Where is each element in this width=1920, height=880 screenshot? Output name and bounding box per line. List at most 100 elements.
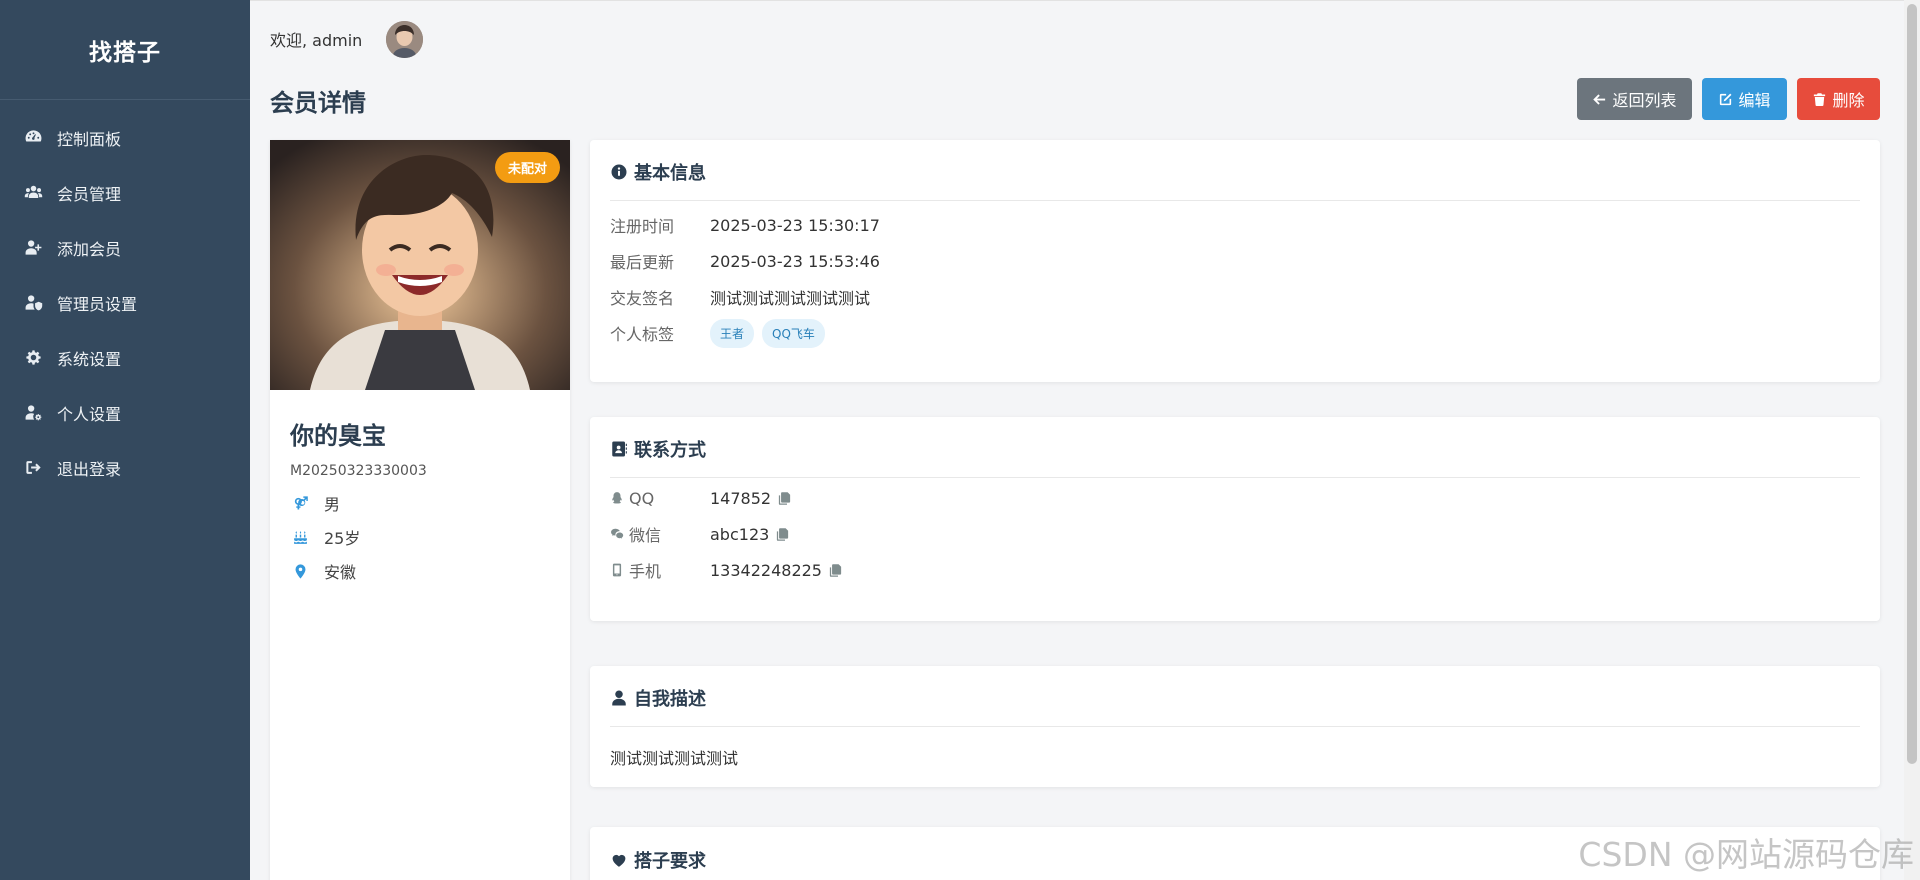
info-row: 注册时间 2025-03-23 15:30:17 <box>610 207 1860 243</box>
signature-value: 测试测试测试测试测试 <box>710 289 871 308</box>
wechat-value-wrap: abc123 <box>710 525 790 544</box>
copy-icon[interactable] <box>777 491 792 506</box>
location-pin-icon <box>290 561 310 581</box>
sign-out-icon <box>22 457 44 479</box>
basic-info-title: 基本信息 <box>610 140 1860 201</box>
topbar: 欢迎, admin <box>270 19 424 59</box>
brand-logo[interactable]: 找搭子 <box>0 0 250 100</box>
heart-icon <box>612 854 626 867</box>
avatar[interactable] <box>386 20 424 58</box>
profile-photo: 未配对 <box>270 140 570 390</box>
edit-label: 编辑 <box>1738 93 1771 110</box>
sidebar-item-dashboard[interactable]: 控制面板 <box>0 110 250 165</box>
mobile-phone-icon <box>612 563 622 577</box>
dashboard-icon <box>22 127 44 149</box>
phone-label-wrap: 手机 <box>610 558 710 582</box>
delete-label: 删除 <box>1832 93 1865 110</box>
users-icon <box>22 182 44 204</box>
register-time-value: 2025-03-23 15:30:17 <box>710 215 880 235</box>
tags-list: 王者 QQ飞车 <box>710 318 833 348</box>
delete-button[interactable]: 删除 <box>1797 78 1880 120</box>
wechat-icon <box>611 528 624 539</box>
scrollbar-thumb[interactable] <box>1907 4 1917 764</box>
profile-card: 未配对 你的臭宝 M20250323330003 男 25岁 安徽 <box>270 140 570 880</box>
user-icon <box>612 690 626 706</box>
sidebar-item-admin-settings[interactable]: 管理员设置 <box>0 275 250 330</box>
wechat-value: abc123 <box>710 524 770 544</box>
address-book-icon <box>612 441 627 457</box>
trash-icon <box>1814 92 1826 106</box>
copy-icon[interactable] <box>828 563 843 578</box>
sidebar: 找搭子 控制面板 会员管理 添加会员 管理员设置 系统设置 个人设置 退出登录 <box>0 0 250 880</box>
member-id: M20250323330003 <box>290 463 427 479</box>
sidebar-item-label: 管理员设置 <box>57 294 138 314</box>
arrow-left-icon <box>1593 93 1606 105</box>
user-gear-icon <box>22 402 44 424</box>
copy-icon[interactable] <box>775 527 790 542</box>
qq-value-wrap: 147852 <box>710 489 792 508</box>
sidebar-item-add-member[interactable]: 添加会员 <box>0 220 250 275</box>
gender-row: 男 <box>290 493 570 514</box>
sidebar-item-label: 控制面板 <box>57 129 122 149</box>
main-content: 欢迎, admin 会员详情 返回列表 编辑 删除 未配对 你的臭宝 M2025… <box>250 0 1904 880</box>
age-value: 25岁 <box>324 529 361 548</box>
sidebar-item-members[interactable]: 会员管理 <box>0 165 250 220</box>
edit-button[interactable]: 编辑 <box>1702 78 1787 120</box>
back-to-list-label: 返回列表 <box>1612 93 1677 110</box>
tag-chip: QQ飞车 <box>762 318 825 348</box>
sidebar-item-label: 个人设置 <box>57 404 122 424</box>
sidebar-nav: 控制面板 会员管理 添加会员 管理员设置 系统设置 个人设置 退出登录 <box>0 100 250 495</box>
user-plus-icon <box>22 237 44 259</box>
gender-icon <box>290 493 310 513</box>
wechat-label: 微信 <box>629 526 662 545</box>
info-row: 个人标签 王者 QQ飞车 <box>610 315 1860 351</box>
status-badge: 未配对 <box>494 152 560 183</box>
info-row: 交友签名 测试测试测试测试测试 <box>610 279 1860 315</box>
self-description-card: 自我描述 测试测试测试测试 <box>590 666 1880 787</box>
sidebar-item-personal-settings[interactable]: 个人设置 <box>0 385 250 440</box>
self-description-title-text: 自我描述 <box>634 689 706 710</box>
updated-time-label: 最后更新 <box>610 253 675 272</box>
info-circle-icon <box>611 164 627 180</box>
phone-value-wrap: 13342248225 <box>710 561 843 580</box>
contact-title-text: 联系方式 <box>634 440 706 461</box>
register-time-label: 注册时间 <box>610 217 675 236</box>
welcome-text: 欢迎, admin <box>270 31 363 50</box>
action-bar: 返回列表 编辑 删除 <box>1577 78 1880 120</box>
contact-card: 联系方式 QQ 147852 微信 abc123 手机 13342248225 <box>590 417 1880 621</box>
wechat-label-wrap: 微信 <box>610 522 710 546</box>
gear-icon <box>22 347 44 369</box>
tags-label: 个人标签 <box>610 325 675 344</box>
region-row: 安徽 <box>290 561 570 582</box>
region-value: 安徽 <box>324 563 357 582</box>
contact-row: 微信 abc123 <box>610 516 1860 552</box>
phone-label: 手机 <box>629 562 662 581</box>
sidebar-item-label: 退出登录 <box>57 459 122 479</box>
signature-label: 交友签名 <box>610 289 675 308</box>
qq-icon <box>612 492 622 504</box>
basic-info-card: 基本信息 注册时间 2025-03-23 15:30:17 最后更新 2025-… <box>590 140 1880 382</box>
sidebar-item-label: 添加会员 <box>57 239 122 259</box>
phone-value: 13342248225 <box>710 560 822 580</box>
self-description-text: 测试测试测试测试 <box>610 749 739 768</box>
edit-icon <box>1720 93 1732 105</box>
user-shield-icon <box>22 292 44 314</box>
back-to-list-button[interactable]: 返回列表 <box>1577 78 1692 120</box>
sidebar-item-system-settings[interactable]: 系统设置 <box>0 330 250 385</box>
qq-value: 147852 <box>710 488 772 508</box>
contact-row: QQ 147852 <box>610 480 1860 516</box>
basic-info-title-text: 基本信息 <box>634 163 706 184</box>
partner-requirements-title-text: 搭子要求 <box>634 850 706 872</box>
updated-time-value: 2025-03-23 15:53:46 <box>710 251 880 271</box>
age-row: 25岁 <box>290 527 570 548</box>
info-row: 最后更新 2025-03-23 15:53:46 <box>610 243 1860 279</box>
contact-row: 手机 13342248225 <box>610 552 1860 588</box>
gender-value: 男 <box>324 495 341 514</box>
member-name: 你的臭宝 <box>290 422 386 450</box>
qq-label-wrap: QQ <box>610 489 710 508</box>
scrollbar-track[interactable] <box>1904 0 1920 880</box>
sidebar-item-label: 系统设置 <box>57 349 122 369</box>
sidebar-item-label: 会员管理 <box>57 184 122 204</box>
sidebar-item-logout[interactable]: 退出登录 <box>0 440 250 495</box>
qq-label: QQ <box>629 488 655 508</box>
